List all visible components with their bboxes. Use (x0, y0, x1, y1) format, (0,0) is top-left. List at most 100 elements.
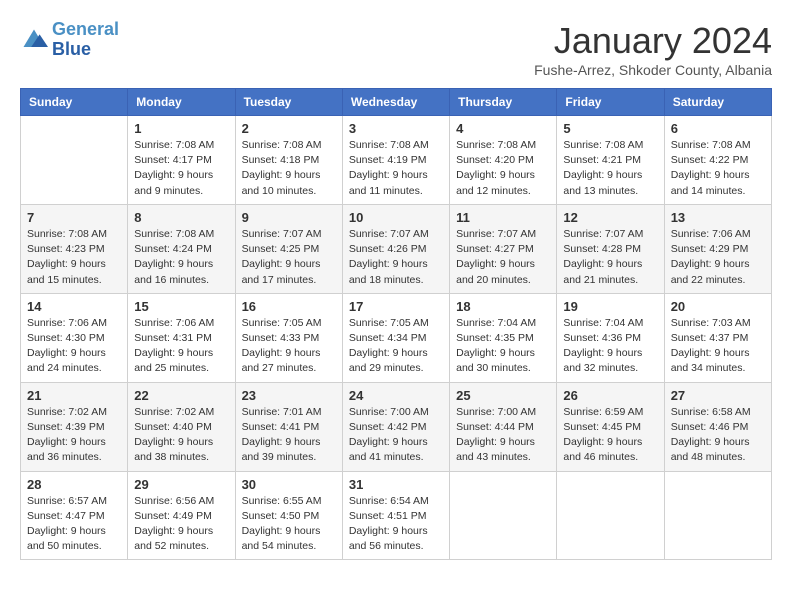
calendar-cell: 13 Sunrise: 7:06 AMSunset: 4:29 PMDayligh… (664, 204, 771, 293)
day-number: 25 (456, 388, 550, 403)
day-number: 22 (134, 388, 228, 403)
month-title: January 2024 (534, 20, 772, 62)
calendar-cell: 12 Sunrise: 7:07 AMSunset: 4:28 PMDayligh… (557, 204, 664, 293)
day-info: Sunrise: 7:04 AMSunset: 4:35 PMDaylight:… (456, 316, 550, 377)
calendar-cell: 10 Sunrise: 7:07 AMSunset: 4:26 PMDayligh… (342, 204, 449, 293)
calendar-cell: 31Sunrise: 6:54 AMSunset: 4:51 PMDayligh… (342, 471, 449, 560)
calendar-cell: 1 Sunrise: 7:08 AMSunset: 4:17 PMDaylight… (128, 116, 235, 205)
day-info: Sunrise: 7:01 AMSunset: 4:41 PMDaylight:… (242, 405, 336, 466)
calendar-cell: 14 Sunrise: 7:06 AMSunset: 4:30 PMDayligh… (21, 293, 128, 382)
day-number: 3 (349, 121, 443, 136)
day-number: 4 (456, 121, 550, 136)
day-info: Sunrise: 7:07 AMSunset: 4:27 PMDaylight:… (456, 227, 550, 288)
day-number: 29 (134, 477, 228, 492)
day-number: 24 (349, 388, 443, 403)
day-info: Sunrise: 6:55 AMSunset: 4:50 PMDaylight:… (242, 494, 336, 555)
title-block: January 2024 Fushe-Arrez, Shkoder County… (534, 20, 772, 78)
day-number: 1 (134, 121, 228, 136)
day-number: 21 (27, 388, 121, 403)
calendar-cell (450, 471, 557, 560)
day-info: Sunrise: 7:08 AMSunset: 4:18 PMDaylight:… (242, 138, 336, 199)
day-number: 9 (242, 210, 336, 225)
day-info: Sunrise: 7:05 AMSunset: 4:33 PMDaylight:… (242, 316, 336, 377)
weekday-header-monday: Monday (128, 89, 235, 116)
day-info: Sunrise: 7:00 AMSunset: 4:44 PMDaylight:… (456, 405, 550, 466)
calendar-cell (21, 116, 128, 205)
day-info: Sunrise: 7:06 AMSunset: 4:29 PMDaylight:… (671, 227, 765, 288)
weekday-header-sunday: Sunday (21, 89, 128, 116)
week-row-1: 1 Sunrise: 7:08 AMSunset: 4:17 PMDaylight… (21, 116, 772, 205)
day-number: 13 (671, 210, 765, 225)
day-number: 27 (671, 388, 765, 403)
day-info: Sunrise: 7:02 AMSunset: 4:39 PMDaylight:… (27, 405, 121, 466)
day-number: 7 (27, 210, 121, 225)
day-info: Sunrise: 6:57 AMSunset: 4:47 PMDaylight:… (27, 494, 121, 555)
calendar-cell: 3 Sunrise: 7:08 AMSunset: 4:19 PMDaylight… (342, 116, 449, 205)
calendar-cell: 21 Sunrise: 7:02 AMSunset: 4:39 PMDayligh… (21, 382, 128, 471)
calendar-cell: 24 Sunrise: 7:00 AMSunset: 4:42 PMDayligh… (342, 382, 449, 471)
week-row-3: 14 Sunrise: 7:06 AMSunset: 4:30 PMDayligh… (21, 293, 772, 382)
calendar-cell: 17Sunrise: 7:05 AMSunset: 4:34 PMDayligh… (342, 293, 449, 382)
day-info: Sunrise: 7:00 AMSunset: 4:42 PMDaylight:… (349, 405, 443, 466)
day-number: 10 (349, 210, 443, 225)
calendar-cell: 19 Sunrise: 7:04 AMSunset: 4:36 PMDayligh… (557, 293, 664, 382)
day-number: 15 (134, 299, 228, 314)
day-info: Sunrise: 7:07 AMSunset: 4:26 PMDaylight:… (349, 227, 443, 288)
calendar-cell: 6 Sunrise: 7:08 AMSunset: 4:22 PMDaylight… (664, 116, 771, 205)
week-row-2: 7 Sunrise: 7:08 AMSunset: 4:23 PMDaylight… (21, 204, 772, 293)
calendar-cell: 20Sunrise: 7:03 AMSunset: 4:37 PMDayligh… (664, 293, 771, 382)
weekday-header-wednesday: Wednesday (342, 89, 449, 116)
weekday-header-tuesday: Tuesday (235, 89, 342, 116)
calendar-cell: 2 Sunrise: 7:08 AMSunset: 4:18 PMDaylight… (235, 116, 342, 205)
calendar-cell: 26Sunrise: 6:59 AMSunset: 4:45 PMDayligh… (557, 382, 664, 471)
day-info: Sunrise: 6:56 AMSunset: 4:49 PMDaylight:… (134, 494, 228, 555)
day-info: Sunrise: 7:08 AMSunset: 4:21 PMDaylight:… (563, 138, 657, 199)
calendar: SundayMondayTuesdayWednesdayThursdayFrid… (20, 88, 772, 560)
logo-text: General Blue (52, 20, 119, 60)
calendar-cell: 29 Sunrise: 6:56 AMSunset: 4:49 PMDayligh… (128, 471, 235, 560)
day-info: Sunrise: 7:05 AMSunset: 4:34 PMDaylight:… (349, 316, 443, 377)
week-row-4: 21 Sunrise: 7:02 AMSunset: 4:39 PMDayligh… (21, 382, 772, 471)
week-row-5: 28Sunrise: 6:57 AMSunset: 4:47 PMDayligh… (21, 471, 772, 560)
calendar-cell: 5Sunrise: 7:08 AMSunset: 4:21 PMDaylight… (557, 116, 664, 205)
weekday-header-saturday: Saturday (664, 89, 771, 116)
calendar-cell: 15Sunrise: 7:06 AMSunset: 4:31 PMDayligh… (128, 293, 235, 382)
day-info: Sunrise: 7:02 AMSunset: 4:40 PMDaylight:… (134, 405, 228, 466)
day-info: Sunrise: 6:58 AMSunset: 4:46 PMDaylight:… (671, 405, 765, 466)
calendar-cell: 7 Sunrise: 7:08 AMSunset: 4:23 PMDaylight… (21, 204, 128, 293)
calendar-cell: 27 Sunrise: 6:58 AMSunset: 4:46 PMDayligh… (664, 382, 771, 471)
day-number: 19 (563, 299, 657, 314)
day-number: 23 (242, 388, 336, 403)
day-info: Sunrise: 7:06 AMSunset: 4:30 PMDaylight:… (27, 316, 121, 377)
day-info: Sunrise: 7:08 AMSunset: 4:17 PMDaylight:… (134, 138, 228, 199)
calendar-cell: 9Sunrise: 7:07 AMSunset: 4:25 PMDaylight… (235, 204, 342, 293)
day-info: Sunrise: 7:08 AMSunset: 4:20 PMDaylight:… (456, 138, 550, 199)
calendar-cell: 23 Sunrise: 7:01 AMSunset: 4:41 PMDayligh… (235, 382, 342, 471)
weekday-header-thursday: Thursday (450, 89, 557, 116)
day-number: 14 (27, 299, 121, 314)
calendar-cell: 28Sunrise: 6:57 AMSunset: 4:47 PMDayligh… (21, 471, 128, 560)
day-number: 30 (242, 477, 336, 492)
day-number: 26 (563, 388, 657, 403)
calendar-cell: 16 Sunrise: 7:05 AMSunset: 4:33 PMDayligh… (235, 293, 342, 382)
day-info: Sunrise: 7:07 AMSunset: 4:28 PMDaylight:… (563, 227, 657, 288)
location: Fushe-Arrez, Shkoder County, Albania (534, 62, 772, 78)
calendar-cell: 30 Sunrise: 6:55 AMSunset: 4:50 PMDayligh… (235, 471, 342, 560)
calendar-cell: 18Sunrise: 7:04 AMSunset: 4:35 PMDayligh… (450, 293, 557, 382)
day-info: Sunrise: 7:08 AMSunset: 4:24 PMDaylight:… (134, 227, 228, 288)
page-header: General Blue January 2024 Fushe-Arrez, S… (20, 20, 772, 78)
day-info: Sunrise: 7:08 AMSunset: 4:23 PMDaylight:… (27, 227, 121, 288)
day-info: Sunrise: 7:08 AMSunset: 4:19 PMDaylight:… (349, 138, 443, 199)
weekday-header-row: SundayMondayTuesdayWednesdayThursdayFrid… (21, 89, 772, 116)
day-number: 12 (563, 210, 657, 225)
day-number: 16 (242, 299, 336, 314)
day-info: Sunrise: 7:08 AMSunset: 4:22 PMDaylight:… (671, 138, 765, 199)
calendar-cell (557, 471, 664, 560)
day-number: 8 (134, 210, 228, 225)
calendar-cell (664, 471, 771, 560)
calendar-cell: 11Sunrise: 7:07 AMSunset: 4:27 PMDayligh… (450, 204, 557, 293)
day-number: 6 (671, 121, 765, 136)
calendar-cell: 4 Sunrise: 7:08 AMSunset: 4:20 PMDaylight… (450, 116, 557, 205)
day-number: 2 (242, 121, 336, 136)
day-info: Sunrise: 7:04 AMSunset: 4:36 PMDaylight:… (563, 316, 657, 377)
